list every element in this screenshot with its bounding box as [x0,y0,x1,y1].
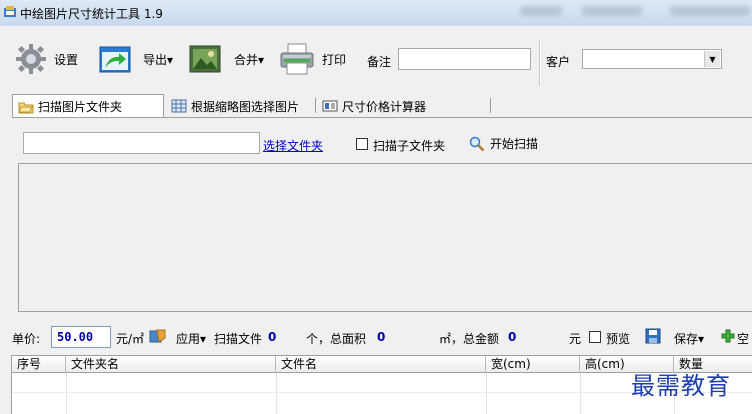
scan-result-area[interactable] [18,163,752,312]
tab-size-price-calculator[interactable]: 尺寸价格计算器 [317,95,431,117]
apply-price-icon[interactable] [149,328,167,344]
tab-label: 扫描图片文件夹 [38,100,123,114]
chevron-down-icon[interactable]: ▼ [704,51,720,67]
tab-bar: 扫描图片文件夹 根据缩略图选择图片 尺寸价格计算器 [12,94,752,118]
export-icon [99,46,131,73]
tab-separator [315,98,316,113]
choose-folder-link[interactable]: 选择文件夹 [263,137,323,154]
column-divider [580,373,581,414]
blurred-area [670,6,750,16]
customer-select[interactable]: ▼ [582,49,722,69]
scanned-files-label: 扫描文件 [214,332,263,346]
total-amount-value: 0 [508,330,517,344]
clear-button[interactable]: 空 [737,330,749,347]
start-scan-button[interactable]: 开始扫描 [469,135,538,152]
add-icon[interactable] [721,329,735,343]
printer-icon [280,43,314,75]
merge-button[interactable]: 合并▾ [189,45,264,73]
column-header-index[interactable]: 序号 [12,356,66,373]
unit-label: 元/㎡ [116,332,145,346]
settings-label: 设置 [54,52,79,67]
watermark-text: 最需教育 [631,372,731,400]
tab-divider-line [12,117,752,118]
tab-label: 根据缩略图选择图片 [191,99,300,114]
tab-separator [490,98,491,113]
column-header-folder-name[interactable]: 文件夹名 [66,356,276,373]
column-divider [276,373,277,414]
folder-icon [18,102,34,113]
save-icon[interactable] [645,328,661,344]
tab-scan-folder[interactable]: 扫描图片文件夹 [12,94,164,118]
scanned-files-value: 0 [268,330,277,344]
export-button[interactable]: 导出▾ [99,44,173,74]
print-button[interactable]: 打印 [280,43,346,75]
note-input[interactable] [398,48,531,70]
print-label: 打印 [322,52,347,67]
column-header-width[interactable]: 宽(cm) [486,356,580,373]
preview-checkbox[interactable] [589,331,601,343]
column-divider [66,373,67,414]
tab-thumbnail-select[interactable]: 根据缩略图选择图片 [166,95,304,117]
preview-label: 预览 [606,332,631,346]
calculator-icon [322,100,338,112]
export-label: 导出▾ [143,52,174,67]
note-label: 备注 [367,55,392,69]
currency-label: 元 [569,332,582,346]
apply-button[interactable]: 应用▾ [176,330,206,347]
column-header-file-name[interactable]: 文件名 [276,356,486,373]
blurred-area [582,6,642,16]
blurred-area [520,6,562,16]
app-icon [4,6,16,17]
tab-label: 尺寸价格计算器 [342,99,427,114]
image-merge-icon [189,45,221,73]
settings-button[interactable]: 设置 [14,42,78,76]
save-button[interactable]: 保存▾ [674,330,704,347]
grid-icon [171,99,187,113]
folder-path-input[interactable] [23,132,260,154]
scan-subfolders-checkbox[interactable] [356,138,368,150]
toolbar-divider [539,40,540,86]
title-bar: 中绘图片尺寸统计工具 1.9 [0,0,752,26]
window-title: 中绘图片尺寸统计工具 1.9 [20,7,163,21]
gear-icon [16,44,46,74]
column-divider [486,373,487,414]
unit-price-input[interactable] [51,326,111,348]
merge-label: 合并▾ [234,52,265,67]
total-amount-label: ㎡，总金额 [439,332,500,346]
start-scan-label: 开始扫描 [490,137,539,151]
scan-subfolders-label: 扫描子文件夹 [373,139,446,153]
total-area-label: 个，总面积 [306,332,367,346]
search-icon [469,136,485,151]
total-area-value: 0 [377,330,386,344]
customer-label: 客户 [546,55,571,69]
unit-price-label: 单价: [12,332,41,346]
